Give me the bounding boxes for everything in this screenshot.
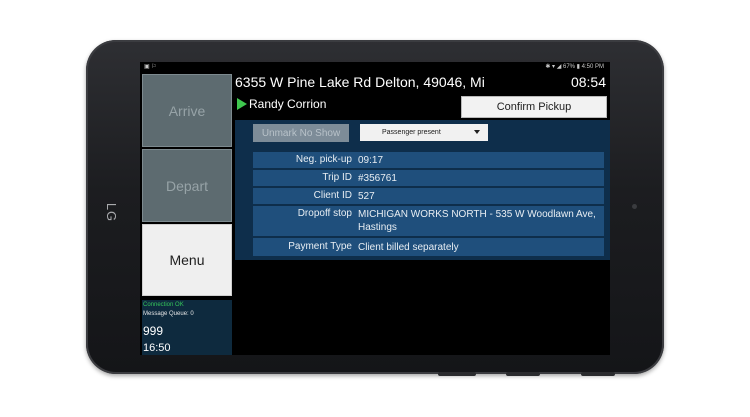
arrive-button[interactable]: Arrive	[142, 74, 232, 147]
left-column: Arrive Depart Menu Connection OK Message…	[140, 72, 234, 355]
detail-row-client-id: Client ID 527	[253, 188, 604, 204]
detail-label: Trip ID	[322, 172, 352, 183]
brand-logo: LG	[100, 200, 124, 224]
detail-label: Neg. pick-up	[295, 154, 352, 165]
status-icons-right: ✱ ▾ ◢ 67% ▮ 4:50 PM	[545, 64, 604, 70]
volume-button	[506, 372, 540, 376]
trip-details-panel: Unmark No Show Passenger present Neg. pi…	[235, 120, 610, 260]
detail-row-neg-pickup: Neg. pick-up 09:17	[253, 152, 604, 168]
detail-label: Client ID	[313, 190, 352, 201]
detail-row-payment: Payment Type Client billed separately	[253, 238, 604, 256]
detail-label: Dropoff stop	[297, 208, 352, 219]
detail-value: #356761	[358, 173, 397, 184]
connection-info-panel: Connection OK Message Queue: 0 999 16:50	[142, 300, 232, 355]
message-queue: Message Queue: 0	[143, 311, 194, 317]
pickup-address: 6355 W Pine Lake Rd Delton, 49046, Mi	[235, 74, 485, 90]
confirm-pickup-button[interactable]: Confirm Pickup	[461, 96, 607, 118]
detail-value: Client billed separately	[358, 242, 459, 253]
detail-row-dropoff: Dropoff stop MICHIGAN WORKS NORTH - 535 …	[253, 206, 604, 236]
detail-row-trip-id: Trip ID #356761	[253, 170, 604, 186]
dropdown-arrow-icon	[474, 130, 480, 134]
passenger-status-value: Passenger present	[382, 129, 441, 136]
device-time: 16:50	[143, 342, 171, 354]
passenger-name: Randy Corrion	[249, 97, 327, 111]
camera-icon	[632, 204, 637, 209]
status-icons-left: ▣ ⚐	[144, 64, 157, 70]
depart-button[interactable]: Depart	[142, 149, 232, 222]
detail-label: Payment Type	[288, 241, 352, 252]
detail-value: 09:17	[358, 155, 384, 166]
connection-status: Connection OK	[143, 302, 184, 308]
vehicle-number: 999	[143, 324, 164, 338]
unmark-no-show-button[interactable]: Unmark No Show	[253, 124, 349, 142]
play-flag-icon	[237, 98, 247, 110]
power-button	[581, 372, 615, 376]
passenger-status-select[interactable]: Passenger present	[360, 124, 488, 141]
empty-content-area	[235, 260, 610, 355]
status-bar: ▣ ⚐ ✱ ▾ ◢ 67% ▮ 4:50 PM	[140, 62, 610, 72]
detail-value: MICHIGAN WORKS NORTH - 535 W Woodlawn Av…	[358, 209, 596, 233]
volume-button	[438, 372, 476, 376]
detail-value: 527	[358, 191, 375, 202]
menu-button[interactable]: Menu	[142, 224, 232, 296]
device-screen: ▣ ⚐ ✱ ▾ ◢ 67% ▮ 4:50 PM Arrive Depart Me…	[140, 62, 610, 355]
brand-logo-text: LG	[104, 202, 120, 222]
scheduled-time: 08:54	[570, 74, 606, 90]
